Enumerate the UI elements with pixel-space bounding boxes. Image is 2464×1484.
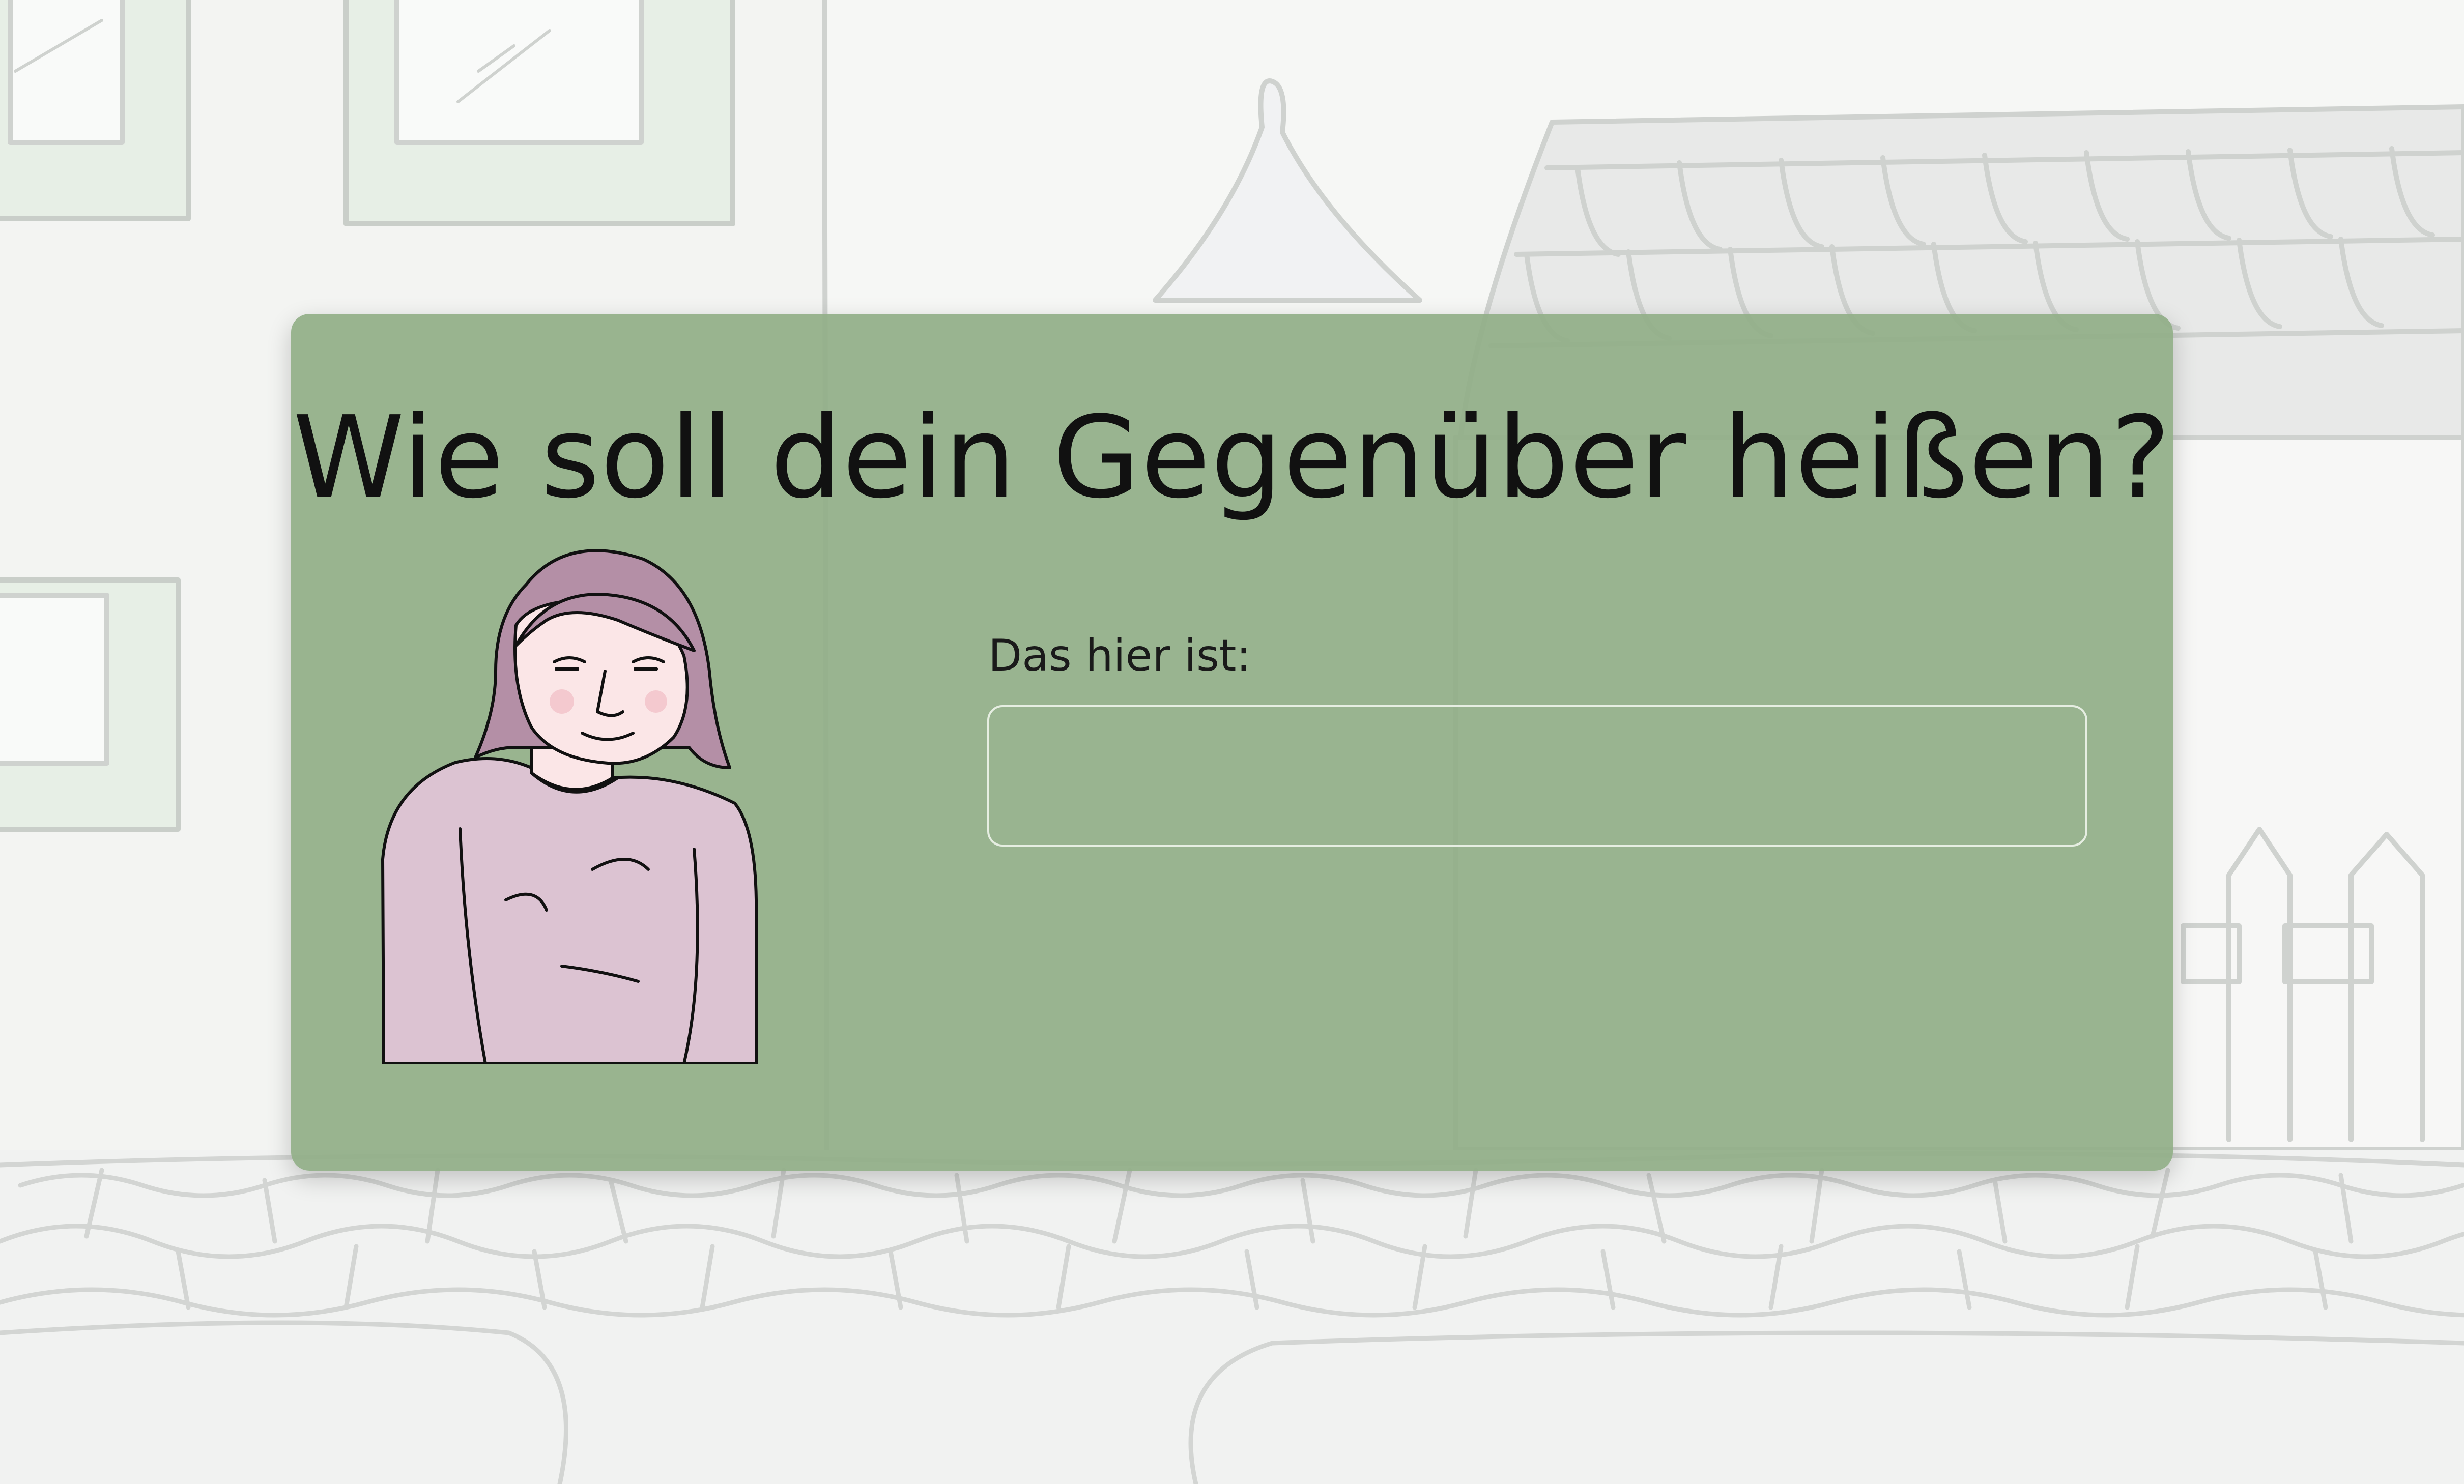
character-shirt [381, 757, 758, 1064]
window-middle-left [0, 577, 181, 832]
name-dialog: Wie soll dein Gegenüber heißen? Das hier… [291, 314, 2173, 1171]
spire [1153, 78, 1422, 303]
woman-character-icon [381, 549, 758, 1064]
window-top-middle [343, 0, 735, 226]
name-input[interactable] [987, 705, 2087, 847]
dialog-title: Wie soll dein Gegenüber heißen? [293, 392, 2171, 523]
name-field-label: Das hier ist: [988, 630, 1251, 681]
window-top-left [0, 0, 191, 221]
